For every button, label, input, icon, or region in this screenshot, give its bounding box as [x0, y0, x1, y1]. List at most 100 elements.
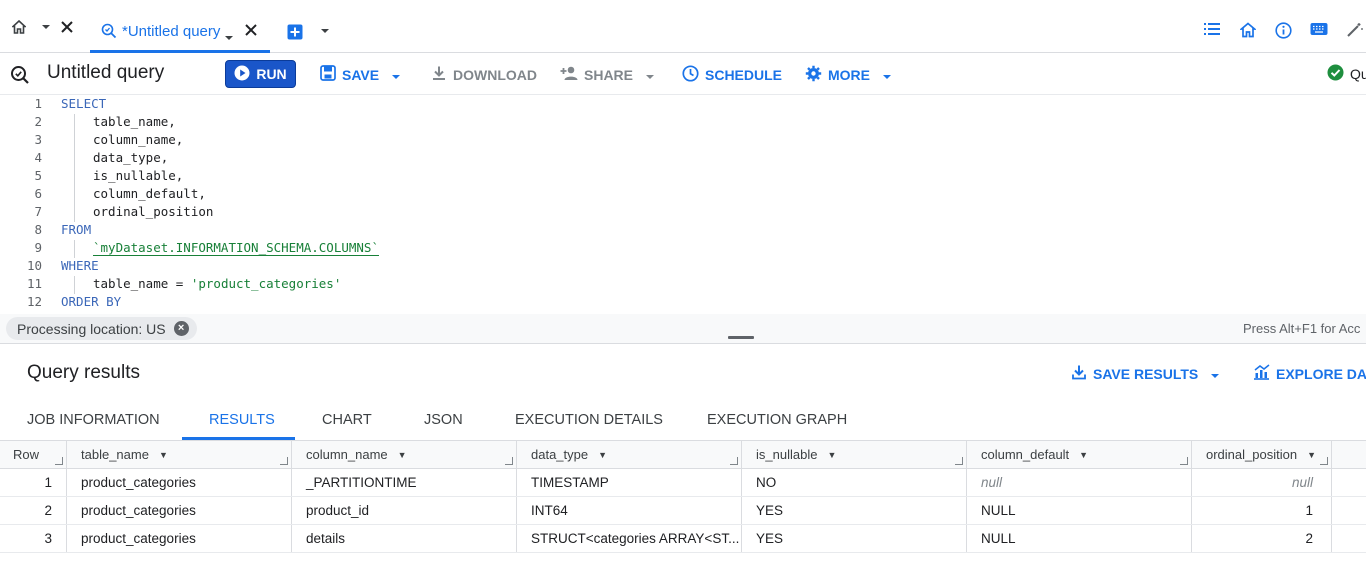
sort-arrow-icon[interactable]: ▼ — [398, 450, 407, 460]
query-toolbar: Untitled query RUN SAVE DOWNLOAD SHARE S… — [0, 53, 1366, 95]
keyboard-icon[interactable] — [1310, 22, 1328, 41]
cell-ordinal-position[interactable]: null — [1192, 469, 1332, 496]
cell-data-type[interactable]: STRUCT<categories ARRAY<ST... — [517, 525, 742, 552]
run-button[interactable]: RUN — [225, 60, 296, 88]
query-status: Qu — [1327, 64, 1366, 84]
explore-data-button[interactable]: EXPLORE DAT — [1253, 364, 1366, 383]
cell-is-nullable[interactable]: YES — [742, 497, 967, 524]
resize-handle[interactable] — [728, 336, 754, 339]
column-header-table-name[interactable]: table_name ▼ — [67, 441, 292, 468]
cell-is-nullable[interactable]: YES — [742, 525, 967, 552]
house-icon[interactable] — [1239, 22, 1257, 43]
edit-wand-icon[interactable] — [1346, 22, 1364, 43]
sort-arrow-icon[interactable]: ▼ — [827, 450, 836, 460]
cell-data-type[interactable]: TIMESTAMP — [517, 469, 742, 496]
cell-column-name[interactable]: product_id — [292, 497, 517, 524]
tab-untitled-query[interactable]: *Untitled query — [90, 0, 270, 53]
column-header-column-name[interactable]: column_name ▼ — [292, 441, 517, 468]
column-resize-handle[interactable] — [730, 457, 738, 465]
line-number: 4 — [34, 150, 42, 165]
editor-status-bar: Processing location: US × Press Alt+F1 f… — [0, 314, 1366, 344]
download-icon — [1071, 364, 1087, 383]
schedule-label: SCHEDULE — [705, 67, 783, 83]
sort-arrow-icon[interactable]: ▼ — [1079, 450, 1088, 460]
column-header-ordinal-position[interactable]: ordinal_position ▼ — [1192, 441, 1332, 468]
status-label: Qu — [1350, 66, 1366, 82]
accessibility-hint: Press Alt+F1 for Acc — [1243, 321, 1361, 336]
share-button[interactable]: SHARE — [560, 65, 655, 84]
cell-is-nullable[interactable]: NO — [742, 469, 967, 496]
column-resize-handle[interactable] — [1180, 457, 1188, 465]
close-home-tab-icon[interactable] — [60, 20, 74, 34]
sql-editor[interactable]: 1 SELECT 2 table_name, 3 column_name, 4 data… — [0, 96, 1366, 314]
schedule-button[interactable]: SCHEDULE — [682, 65, 782, 85]
list-icon[interactable] — [1203, 22, 1221, 41]
chip-close-icon[interactable]: × — [173, 321, 189, 336]
more-chevron-down-icon — [882, 67, 892, 83]
sort-arrow-icon[interactable]: ▼ — [1307, 450, 1316, 460]
line-number: 12 — [26, 294, 42, 309]
tab-results[interactable]: RESULTS — [209, 412, 275, 428]
save-button[interactable]: SAVE — [320, 65, 401, 84]
column-resize-handle[interactable] — [505, 457, 513, 465]
cell-column-name[interactable]: details — [292, 525, 517, 552]
tab-execution-graph[interactable]: EXECUTION GRAPH — [707, 412, 847, 428]
header-label: table_name — [81, 447, 149, 462]
cell-column-default[interactable]: null — [967, 469, 1192, 496]
tab-job-information[interactable]: JOB INFORMATION — [27, 412, 160, 428]
cell-table-name[interactable]: product_categories — [67, 525, 292, 552]
table-row[interactable]: 2 product_categories product_id INT64 YE… — [0, 497, 1366, 525]
close-tab-icon[interactable] — [244, 23, 258, 42]
cell-table-name[interactable]: product_categories — [67, 469, 292, 496]
more-button[interactable]: MORE — [805, 65, 892, 85]
tab-bar: *Untitled query — [0, 0, 1366, 53]
cell-column-default[interactable]: NULL — [967, 497, 1192, 524]
save-icon — [320, 65, 336, 84]
new-tab-plus-icon[interactable] — [287, 24, 303, 40]
sort-arrow-icon[interactable]: ▼ — [598, 450, 607, 460]
code-text: SELECT — [61, 96, 107, 111]
cell-column-default[interactable]: NULL — [967, 525, 1192, 552]
code-text: column_default, — [93, 186, 206, 201]
tab-execution-details[interactable]: EXECUTION DETAILS — [515, 412, 663, 428]
code-text: is_nullable, — [93, 168, 184, 183]
sort-arrow-icon[interactable]: ▼ — [159, 450, 168, 460]
table-row[interactable]: 1 product_categories _PARTITIONTIME TIME… — [0, 469, 1366, 497]
cell-data-type[interactable]: INT64 — [517, 497, 742, 524]
query-icon — [10, 65, 30, 90]
code-text: ordinal_position — [93, 204, 214, 219]
table-row[interactable]: 3 product_categories details STRUCT<cate… — [0, 525, 1366, 553]
processing-location-chip[interactable]: Processing location: US × — [6, 317, 197, 340]
add-person-icon — [560, 65, 578, 84]
column-header-is-nullable[interactable]: is_nullable ▼ — [742, 441, 967, 468]
new-tab-chevron-down-icon[interactable] — [320, 28, 330, 34]
home-icon[interactable] — [12, 20, 26, 34]
download-button[interactable]: DOWNLOAD — [431, 65, 537, 84]
code-text: data_type, — [93, 150, 169, 165]
header-label: is_nullable — [756, 447, 818, 462]
home-dropdown-chevron-icon[interactable] — [41, 24, 51, 30]
chart-icon — [1253, 364, 1270, 383]
info-icon[interactable] — [1275, 22, 1292, 44]
share-chevron-down-icon — [645, 67, 655, 83]
check-circle-icon — [1327, 64, 1344, 84]
tab-json[interactable]: JSON — [424, 412, 463, 428]
column-header-column-default[interactable]: column_default ▼ — [967, 441, 1192, 468]
tab-chevron-down-icon[interactable] — [224, 28, 234, 46]
column-header-data-type[interactable]: data_type ▼ — [517, 441, 742, 468]
cell-column-name[interactable]: _PARTITIONTIME — [292, 469, 517, 496]
code-text: WHERE — [61, 258, 99, 273]
table-reference[interactable]: `myDataset.INFORMATION_SCHEMA.COLUMNS` — [93, 240, 379, 256]
save-results-button[interactable]: SAVE RESULTS — [1071, 364, 1220, 383]
indent-guide — [74, 276, 75, 294]
cell-table-name[interactable]: product_categories — [67, 497, 292, 524]
column-resize-handle[interactable] — [280, 457, 288, 465]
column-resize-handle[interactable] — [55, 457, 63, 465]
tab-chart[interactable]: CHART — [322, 412, 372, 428]
results-title: Query results — [27, 362, 140, 383]
header-label: data_type — [531, 447, 589, 462]
cell-ordinal-position[interactable]: 2 — [1192, 525, 1332, 552]
cell-ordinal-position[interactable]: 1 — [1192, 497, 1332, 524]
column-resize-handle[interactable] — [955, 457, 963, 465]
column-resize-handle[interactable] — [1320, 457, 1328, 465]
